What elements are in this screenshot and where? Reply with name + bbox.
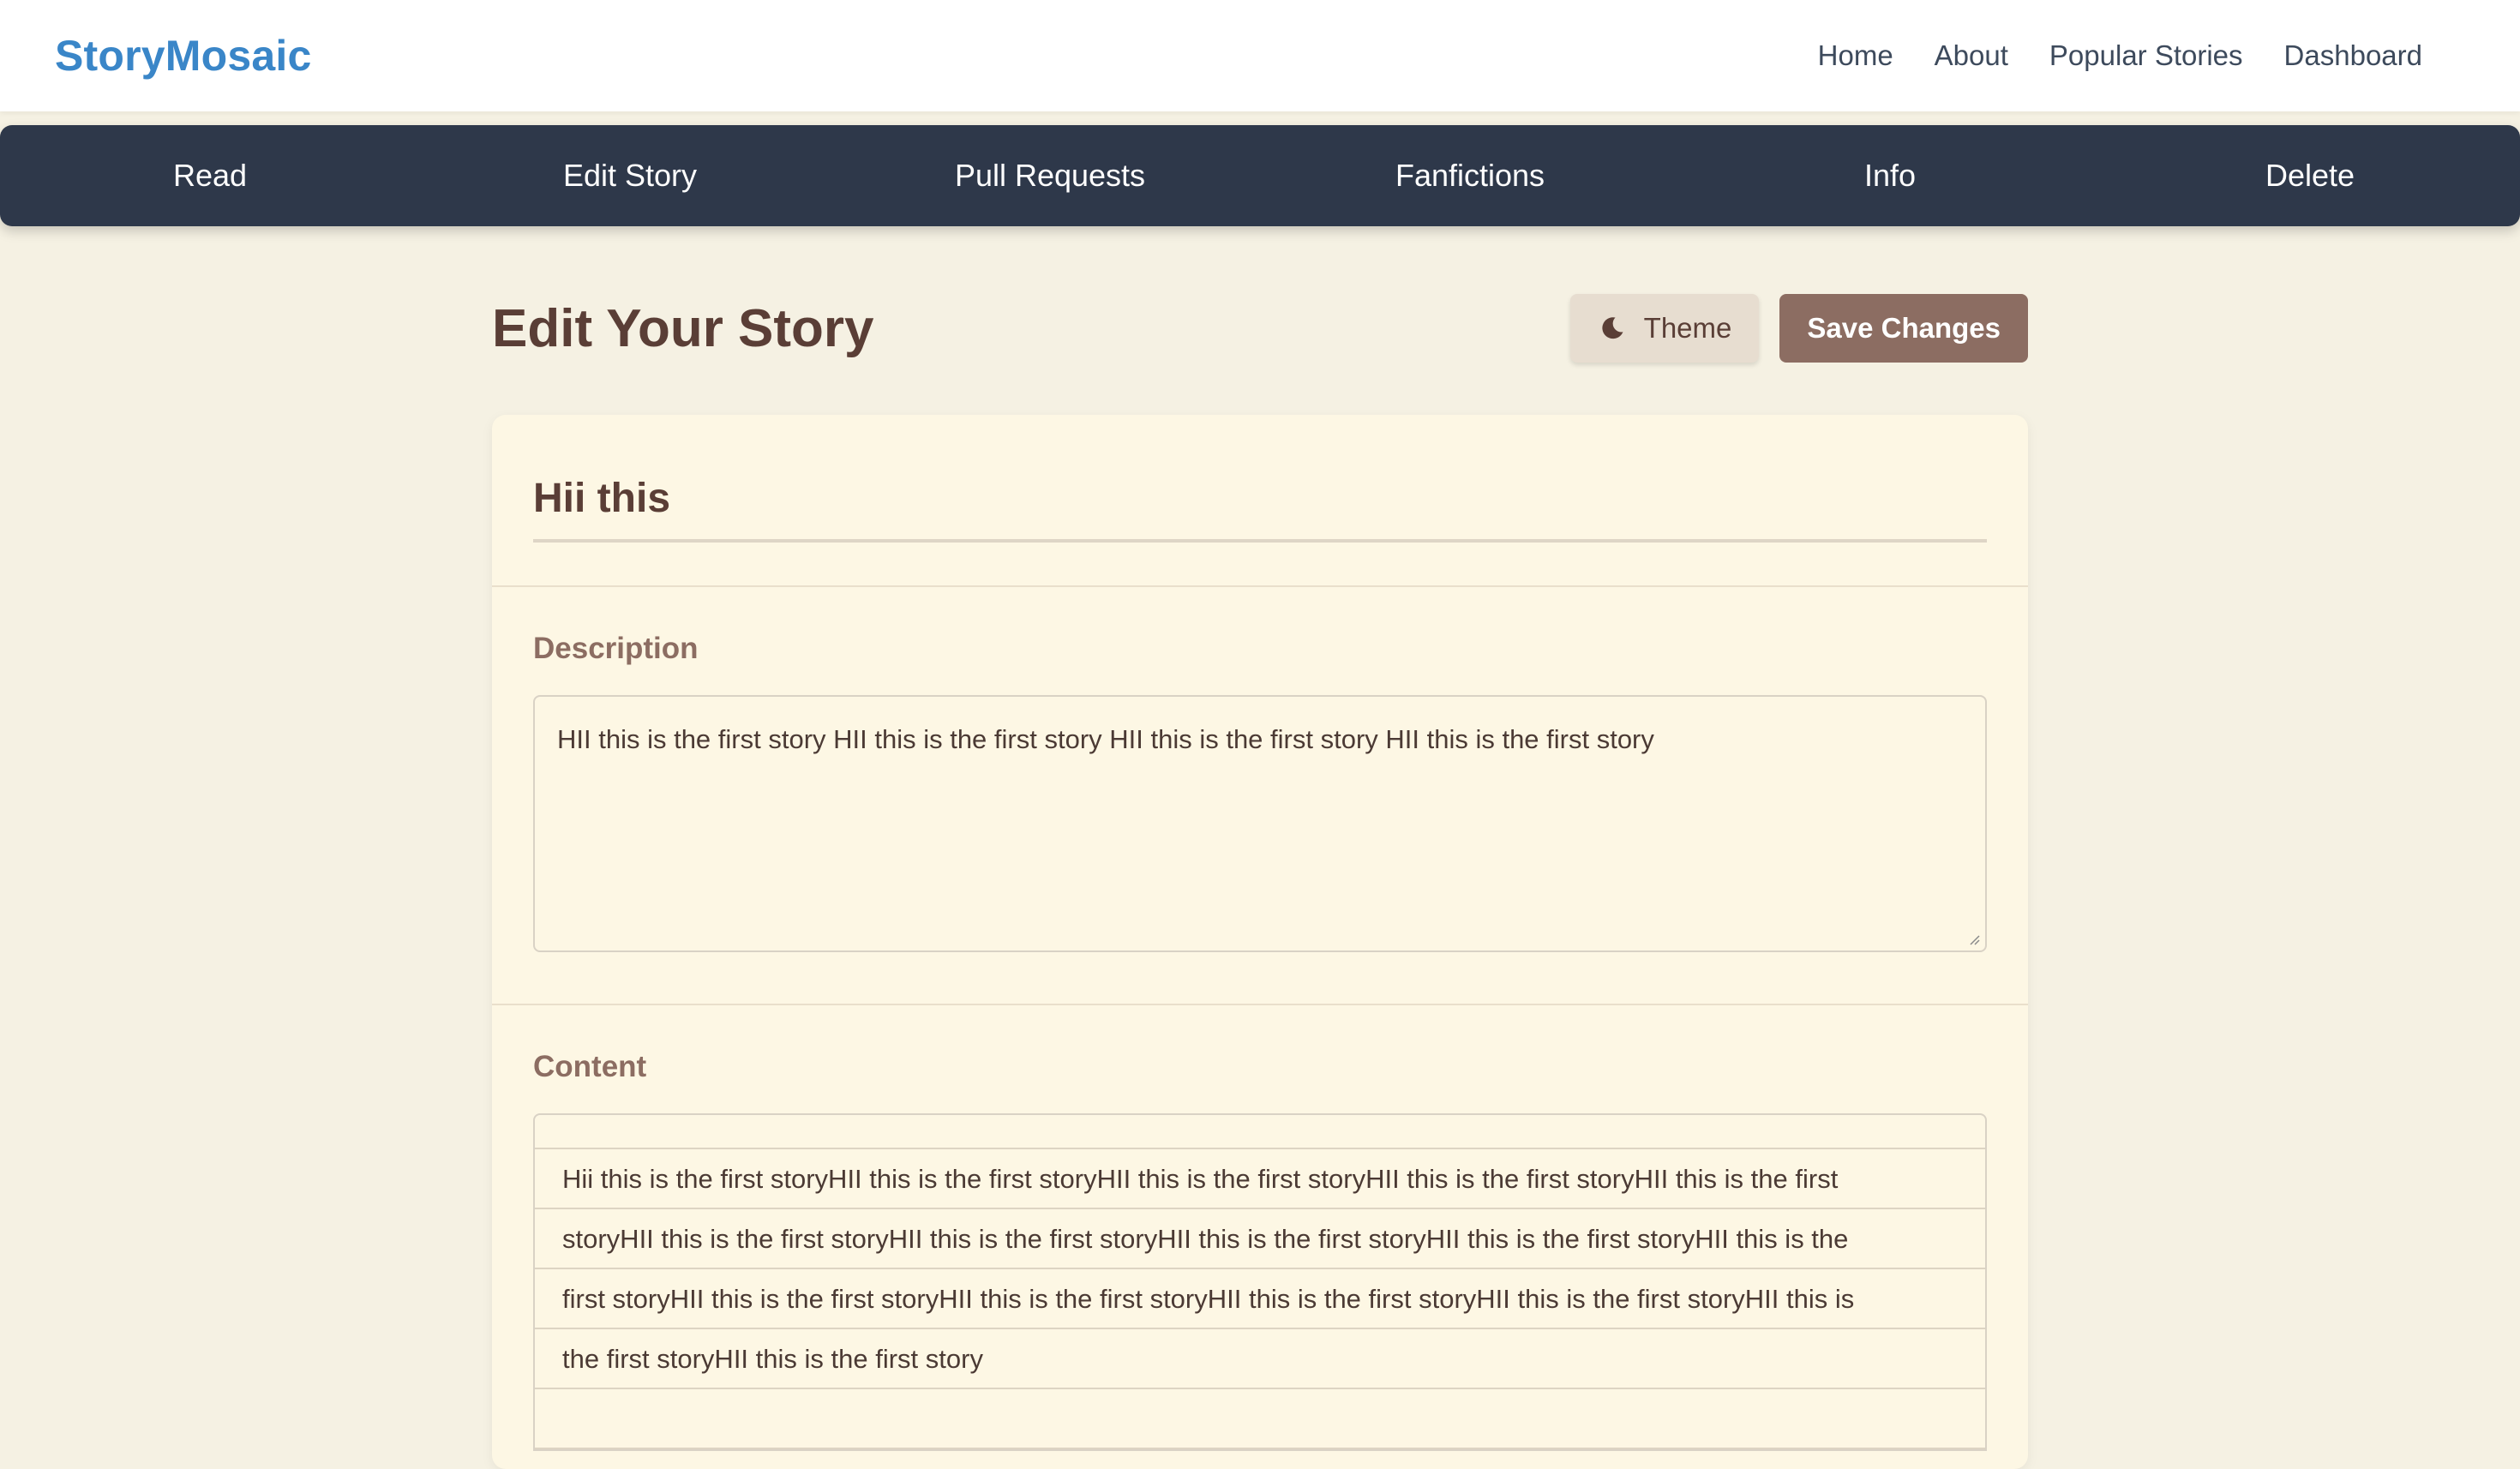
edit-story-main: Edit Your Story Theme Save Changes Hii t… xyxy=(492,283,2028,1469)
description-textarea[interactable]: HII this is the first story HII this is … xyxy=(533,695,1987,952)
tab-fanfictions[interactable]: Fanfictions xyxy=(1260,158,1680,194)
tab-read[interactable]: Read xyxy=(0,158,420,194)
content-label: Content xyxy=(533,1050,647,1083)
nav-about-link[interactable]: About xyxy=(1935,39,2008,72)
nav-dashboard-link[interactable]: Dashboard xyxy=(2284,39,2422,72)
tab-pull-requests[interactable]: Pull Requests xyxy=(840,158,1260,194)
theme-button-label: Theme xyxy=(1643,312,1732,344)
nav-popular-stories-link[interactable]: Popular Stories xyxy=(2049,39,2243,72)
content-line: storyHII this is the first storyHII this… xyxy=(535,1209,1985,1269)
page-header: Edit Your Story Theme Save Changes xyxy=(492,283,2028,374)
content-line-empty xyxy=(535,1389,1985,1449)
header-actions: Theme Save Changes xyxy=(1569,294,2028,363)
nav-home-link[interactable]: Home xyxy=(1818,39,1893,72)
content-line: the first storyHII this is the first sto… xyxy=(535,1329,1985,1389)
content-section: Content Hii this is the first storyHII t… xyxy=(492,1005,2028,1451)
save-changes-button[interactable]: Save Changes xyxy=(1779,294,2028,363)
tab-info[interactable]: Info xyxy=(1680,158,2100,194)
story-title-input[interactable]: Hii this xyxy=(533,475,1987,543)
content-editor[interactable]: Hii this is the first storyHII this is t… xyxy=(533,1113,1987,1451)
page-title: Edit Your Story xyxy=(492,298,874,358)
story-tab-bar: Read Edit Story Pull Requests Fanfiction… xyxy=(0,125,2520,226)
story-edit-card: Hii this Description HII this is the fir… xyxy=(492,415,2028,1469)
editor-toolbar xyxy=(535,1115,1985,1149)
resize-grip-icon[interactable] xyxy=(1966,932,1980,945)
description-label: Description xyxy=(533,632,699,665)
description-section: Description HII this is the first story … xyxy=(492,587,2028,1005)
brand-logo[interactable]: StoryMosaic xyxy=(55,31,312,81)
tab-delete[interactable]: Delete xyxy=(2100,158,2520,194)
description-text: HII this is the first story HII this is … xyxy=(557,724,1654,754)
theme-toggle-button[interactable]: Theme xyxy=(1569,294,1760,363)
top-nav: Home About Popular Stories Dashboard xyxy=(1818,39,2422,72)
tab-edit-story[interactable]: Edit Story xyxy=(420,158,840,194)
moon-icon xyxy=(1602,317,1623,339)
top-header: StoryMosaic Home About Popular Stories D… xyxy=(0,0,2520,111)
content-line: Hii this is the first storyHII this is t… xyxy=(535,1149,1985,1209)
title-section: Hii this xyxy=(492,415,2028,587)
content-line: first storyHII this is the first storyHI… xyxy=(535,1269,1985,1329)
